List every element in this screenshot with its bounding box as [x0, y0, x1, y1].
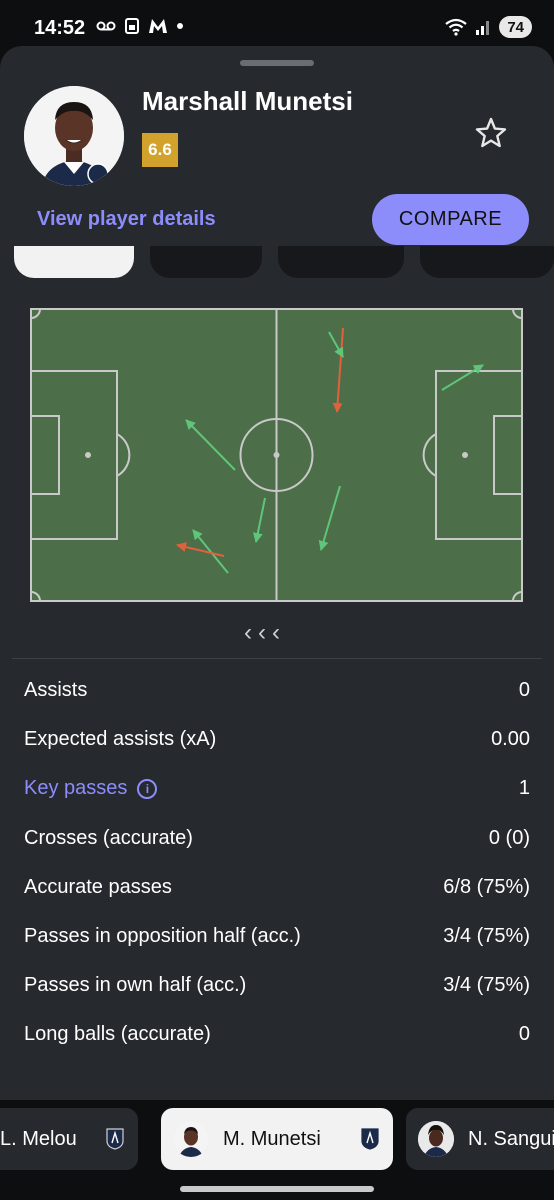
- player-photo: [24, 86, 124, 186]
- player-chip-name: L. Melou: [0, 1127, 77, 1150]
- sheet-grabber[interactable]: [240, 60, 314, 66]
- stat-label: Expected assists (xA): [24, 728, 217, 751]
- tab-pill-active[interactable]: [14, 246, 134, 278]
- club-crest-icon: [361, 1128, 379, 1150]
- pitch-svg: [30, 308, 523, 602]
- stat-label: Passes in own half (acc.): [24, 974, 247, 997]
- stat-row-crosses: Crosses (accurate) 0 (0): [24, 814, 530, 863]
- attack-direction-indicator: ‹ ‹ ‹: [244, 619, 310, 646]
- status-icons-right: 74: [445, 16, 532, 38]
- stat-label: Key passes: [24, 777, 128, 800]
- stat-label: Crosses (accurate): [24, 826, 193, 849]
- stat-value: 0.00: [491, 728, 530, 751]
- tab-pill[interactable]: [278, 246, 404, 278]
- stat-label: Passes in opposition half (acc.): [24, 925, 301, 948]
- stat-value: 1: [518, 777, 530, 800]
- player-chip[interactable]: N. Sangui: [406, 1108, 554, 1170]
- battery-icon: 74: [499, 16, 532, 38]
- stat-value: 0: [518, 1023, 530, 1046]
- chevron-left-icon: ‹: [272, 619, 280, 646]
- player-chip-avatar: [418, 1121, 454, 1157]
- wifi-icon: [445, 18, 467, 36]
- rating-badge: 6.6: [142, 133, 178, 167]
- player-chip-name: M. Munetsi: [223, 1127, 321, 1150]
- compare-button[interactable]: COMPARE: [372, 194, 529, 245]
- tab-pill[interactable]: [420, 246, 554, 278]
- info-icon[interactable]: i: [137, 778, 158, 799]
- key-passes-link[interactable]: Key passes i: [24, 777, 158, 800]
- player-chip-active[interactable]: M. Munetsi: [161, 1108, 393, 1170]
- club-crest-icon: [106, 1128, 124, 1150]
- stat-label: Assists: [24, 679, 88, 702]
- stat-label: Accurate passes: [24, 875, 172, 898]
- stat-row-key-passes: Key passes i 1: [24, 764, 530, 813]
- pass-map: [30, 308, 524, 604]
- view-player-details-link[interactable]: View player details: [37, 208, 216, 231]
- stat-row-long-balls: Long balls (accurate) 0: [24, 1010, 530, 1059]
- dot-icon: [177, 23, 183, 29]
- stat-value: 0 (0): [488, 826, 530, 849]
- stat-row-accurate-passes: Accurate passes 6/8 (75%): [24, 863, 530, 912]
- player-stats-sheet: Marshall Munetsi 6.6 View player details…: [0, 46, 554, 1200]
- status-time: 14:52: [34, 17, 86, 39]
- player-chip[interactable]: L. Melou: [0, 1108, 138, 1170]
- player-name: Marshall Munetsi: [142, 86, 353, 116]
- stat-value: 6/8 (75%): [443, 875, 530, 898]
- status-bar: 14:52 74: [0, 0, 554, 48]
- stat-row-expected-assists: Expected assists (xA) 0.00: [24, 715, 530, 764]
- stat-value: 3/4 (75%): [443, 925, 530, 948]
- stat-row-passes-opposition-half: Passes in opposition half (acc.) 3/4 (75…: [24, 912, 530, 961]
- stats-list: Assists 0 Expected assists (xA) 0.00 Key…: [24, 666, 530, 1060]
- player-chip-name: N. Sangui: [468, 1127, 554, 1150]
- player-switcher: L. Melou M. Munetsi N. Sangui: [0, 1100, 554, 1200]
- chevron-left-icon: ‹: [244, 619, 252, 646]
- club-crest-icon: [87, 163, 109, 185]
- status-icons-left: [96, 18, 184, 34]
- divider: [12, 658, 542, 659]
- stat-row-passes-own-half: Passes in own half (acc.) 3/4 (75%): [24, 961, 530, 1010]
- battery-level: 74: [507, 18, 524, 36]
- stat-label: Long balls (accurate): [24, 1023, 211, 1046]
- favorite-star-icon[interactable]: [474, 116, 508, 150]
- voicemail-icon: [96, 21, 116, 31]
- m-app-icon: [149, 19, 167, 33]
- stat-value: 0: [518, 679, 530, 702]
- player-chip-avatar: [173, 1121, 209, 1157]
- chevron-left-icon: ‹: [258, 619, 266, 646]
- player-avatar: [24, 86, 124, 186]
- tab-pill[interactable]: [150, 246, 262, 278]
- sim-icon: [125, 18, 139, 34]
- home-indicator[interactable]: [180, 1186, 374, 1192]
- signal-icon: [476, 21, 490, 35]
- stat-row-assists: Assists 0: [24, 666, 530, 715]
- stat-value: 3/4 (75%): [443, 974, 530, 997]
